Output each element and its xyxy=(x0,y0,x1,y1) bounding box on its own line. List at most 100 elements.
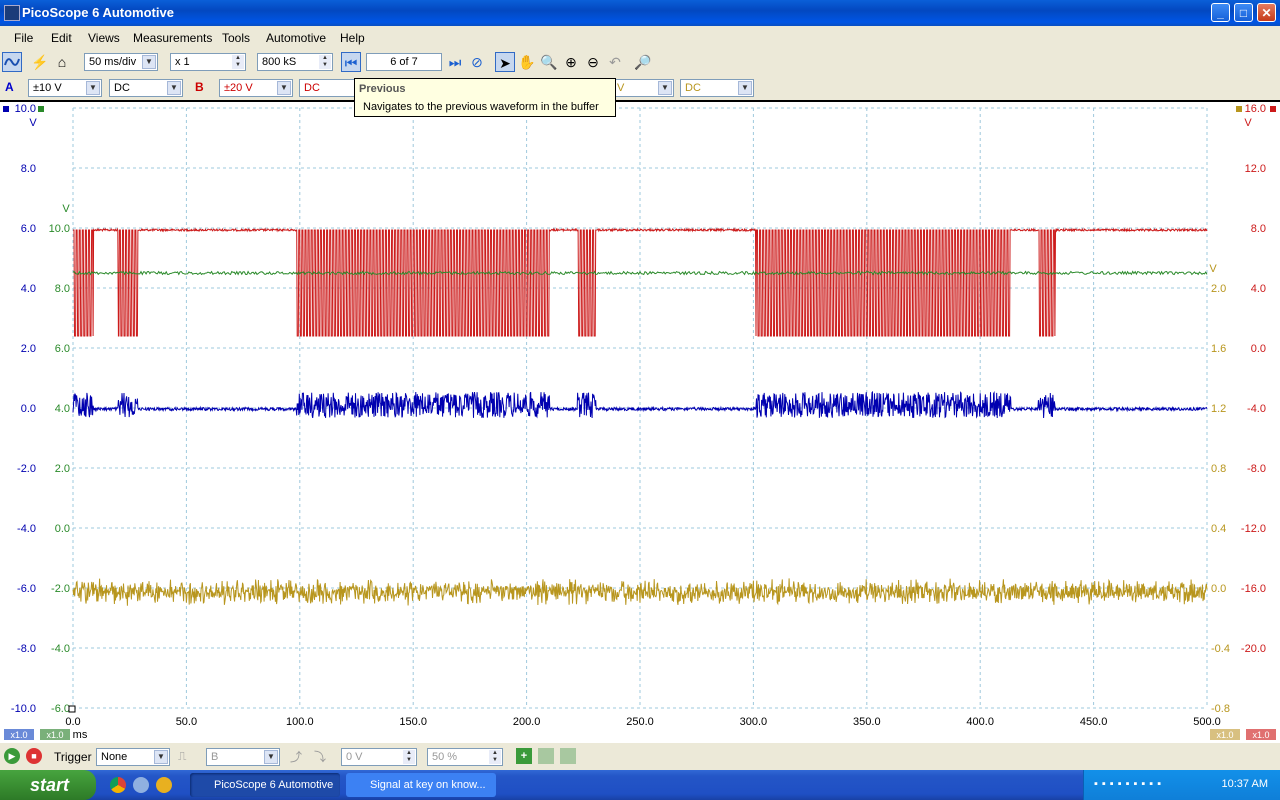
axis-a-tick: 8.0 xyxy=(21,163,36,175)
menu-edit[interactable]: Edit xyxy=(51,31,72,45)
scope-view[interactable]: 10.0 8.0 6.0 4.0 2.0 0.0 -2.0 -4.0 -6.0 -8.0 -10.0… xyxy=(0,100,1280,743)
axis-a-tick: -4.0 xyxy=(17,523,36,535)
chevron-down-icon: ▼ xyxy=(142,55,156,69)
channel-a-marker xyxy=(3,106,9,112)
menu-automotive[interactable]: Automotive xyxy=(266,31,326,45)
menu-help[interactable]: Help xyxy=(340,31,365,45)
hand-tool-icon[interactable]: ✋ xyxy=(517,52,537,72)
menu-bar: File Edit Views Measurements Tools Autom… xyxy=(0,26,1280,48)
samples-value: 800 kS xyxy=(262,56,297,68)
stop-capture-icon[interactable]: ■ xyxy=(26,748,42,764)
previous-waveform-button[interactable]: ⏮ xyxy=(341,52,361,72)
zoom-out-icon[interactable]: ⊖ xyxy=(583,52,603,72)
media-player-icon[interactable] xyxy=(156,777,172,793)
app-icon xyxy=(4,5,20,21)
maximize-button[interactable]: □ xyxy=(1234,3,1253,22)
taskbar: start PicoScope 6 Automotive Signal at k… xyxy=(0,770,1280,800)
axis-x-tick: 100.0 xyxy=(286,716,314,728)
channel-a-button[interactable]: A xyxy=(5,80,14,94)
rising-edge-icon[interactable]: ⤴ xyxy=(290,748,302,765)
axis-a-tick: 2.0 xyxy=(21,343,36,355)
falling-edge-icon[interactable]: ⤵ xyxy=(314,748,326,765)
pretrigger-stepper[interactable]: 50 % ▲ ▼ xyxy=(427,748,503,766)
spin-icon: ▲ ▼ xyxy=(489,750,501,764)
axis-b-tick: -20.0 xyxy=(1241,643,1266,655)
channel-c-marker xyxy=(38,106,44,112)
channel-b-coupling-select[interactable]: DC xyxy=(299,79,359,97)
buffer-navigator-icon[interactable]: ⊘ xyxy=(467,52,487,72)
axis-x-tick: 500.0 xyxy=(1193,716,1221,728)
browser-icon[interactable] xyxy=(133,777,149,793)
close-button[interactable]: ✕ xyxy=(1257,3,1276,22)
zoom-in-icon[interactable]: ⊕ xyxy=(561,52,581,72)
start-capture-icon[interactable]: ▶ xyxy=(4,748,20,764)
spin-icon: ▲ ▼ xyxy=(319,55,331,69)
axis-b-tick: -16.0 xyxy=(1241,583,1266,595)
axis-a-unit: V xyxy=(29,117,37,129)
task-signal-document[interactable]: Signal at key on know... xyxy=(346,773,496,797)
start-button[interactable]: start xyxy=(0,770,96,800)
trigger-source-select[interactable]: B ▼ xyxy=(206,748,280,766)
channel-b-button[interactable]: B xyxy=(195,80,204,94)
chevron-down-icon: ▼ xyxy=(738,81,752,95)
trigger-mode: None xyxy=(101,751,128,763)
scope-graph[interactable]: 10.0 8.0 6.0 4.0 2.0 0.0 -2.0 -4.0 -6.0 -8.0 -10.0… xyxy=(0,102,1280,743)
axis-b-tick: 12.0 xyxy=(1245,163,1266,175)
home-icon[interactable]: ⌂ xyxy=(52,52,72,72)
channel-b-range: ±20 V xyxy=(224,82,253,94)
zoom-region-icon[interactable]: 🔍 xyxy=(539,52,559,72)
channel-d-range-select[interactable]: V ▼ xyxy=(612,79,674,97)
timebase-select[interactable]: 50 ms/div ▼ xyxy=(84,53,158,71)
axis-b-tick: -12.0 xyxy=(1241,523,1266,535)
buffer-position-field[interactable]: 6 of 7 xyxy=(366,53,442,71)
delete-measurement-icon[interactable] xyxy=(560,748,576,764)
channel-a-range-select[interactable]: ±10 V ▼ xyxy=(28,79,102,97)
channel-b-range-select[interactable]: ±20 V ▼ xyxy=(219,79,293,97)
axis-x-tick: 150.0 xyxy=(399,716,427,728)
axis-d-tick: 1.6 xyxy=(1211,343,1226,355)
zoom-stepper[interactable]: x 1 ▲ ▼ xyxy=(170,53,246,71)
zoom-overview-icon[interactable]: 🔎 xyxy=(633,52,653,72)
task-picoscope[interactable]: PicoScope 6 Automotive xyxy=(190,773,340,797)
chevron-down-icon: ▼ xyxy=(154,750,168,764)
system-tray: ▪▪▪▪▪▪▪▪▪ 10:37 AM xyxy=(1083,770,1280,800)
title-bar: PicoScope 6 Automotive _ □ ✕ xyxy=(0,0,1280,26)
trigger-level-stepper[interactable]: 0 V ▲ ▼ xyxy=(341,748,417,766)
minimize-button[interactable]: _ xyxy=(1211,3,1230,22)
axis-x-tick: 200.0 xyxy=(513,716,541,728)
axis-b-tick: 0.0 xyxy=(1251,343,1266,355)
add-measurement-icon[interactable]: + xyxy=(516,748,532,764)
menu-views[interactable]: Views xyxy=(88,31,120,45)
menu-tools[interactable]: Tools xyxy=(222,31,250,45)
scope-mode-icon[interactable] xyxy=(2,52,22,72)
axis-b-unit: V xyxy=(1244,117,1252,129)
axis-a-tick: -8.0 xyxy=(17,643,36,655)
trigger-type-icon[interactable]: ⎍ xyxy=(178,749,194,765)
chevron-down-icon: ▼ xyxy=(264,750,278,764)
chevron-down-icon: ▼ xyxy=(167,81,181,95)
edit-measurement-icon[interactable] xyxy=(538,748,554,764)
autosetup-icon[interactable]: ⚡ xyxy=(30,52,50,72)
menu-file[interactable]: File xyxy=(14,31,33,45)
undo-zoom-icon[interactable]: ↶ xyxy=(605,52,625,72)
timebase-value: 50 ms/div xyxy=(89,56,137,68)
pretrigger-value: 50 % xyxy=(432,751,458,763)
trigger-toolbar: ▶ ■ Trigger None ▼ ⎍ B ▼ ⤴ ⤵ 0 V ▲ ▼ 50 %… xyxy=(0,744,1280,770)
chrome-icon[interactable] xyxy=(110,777,126,793)
axis-c-tick: -4.0 xyxy=(51,643,70,655)
trigger-level: 0 V xyxy=(346,751,363,763)
samples-stepper[interactable]: 800 kS ▲ ▼ xyxy=(257,53,333,71)
trigger-mode-select[interactable]: None ▼ xyxy=(96,748,170,766)
clock: 10:37 AM xyxy=(1221,778,1268,790)
channel-a-coupling-select[interactable]: DC ▼ xyxy=(109,79,183,97)
menu-measurements[interactable]: Measurements xyxy=(133,31,212,45)
channel-a-coupling: DC xyxy=(114,82,130,94)
axis-d-unit: V xyxy=(1209,263,1217,275)
zoom-value: x 1 xyxy=(175,56,190,68)
channel-d-coupling-select[interactable]: DC ▼ xyxy=(680,79,754,97)
next-waveform-button[interactable]: ⏭ xyxy=(445,52,465,72)
axis-a-tick: 10.0 xyxy=(15,103,36,115)
tray-icons[interactable]: ▪▪▪▪▪▪▪▪▪ xyxy=(1094,778,1165,790)
select-tool-icon[interactable]: ➤ xyxy=(495,52,515,72)
axis-b-tick: -8.0 xyxy=(1247,463,1266,475)
